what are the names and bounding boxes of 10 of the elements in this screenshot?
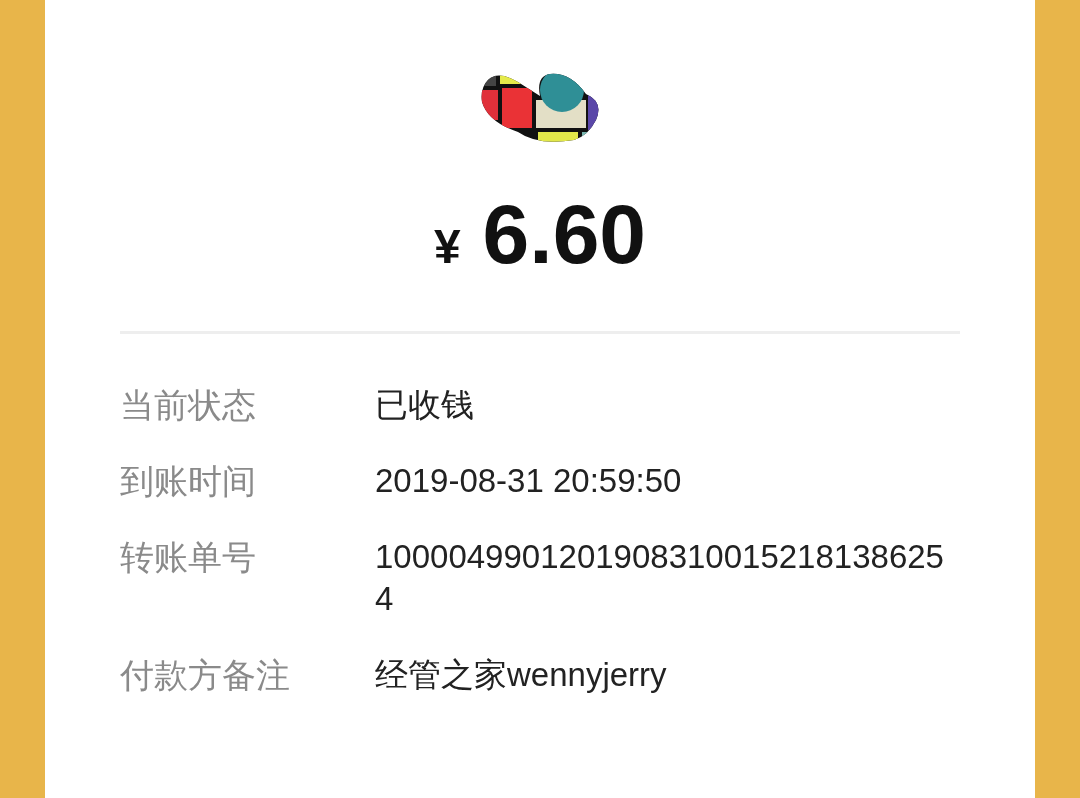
detail-value: 经管之家wennyjerry (375, 655, 668, 695)
detail-label: 到账时间 (120, 461, 257, 502)
detail-label: 付款方备注 (120, 655, 291, 696)
amount-value: 6.60 (482, 186, 647, 283)
detail-value: 10000499012019083100152181386254 (375, 537, 945, 619)
detail-label: 转账单号 (120, 537, 257, 578)
detail-value: 已收钱 (375, 385, 475, 425)
detail-label: 当前状态 (120, 385, 257, 426)
currency-symbol: ¥ (433, 219, 461, 274)
detail-value: 2019-08-31 20:59:50 (375, 461, 683, 501)
